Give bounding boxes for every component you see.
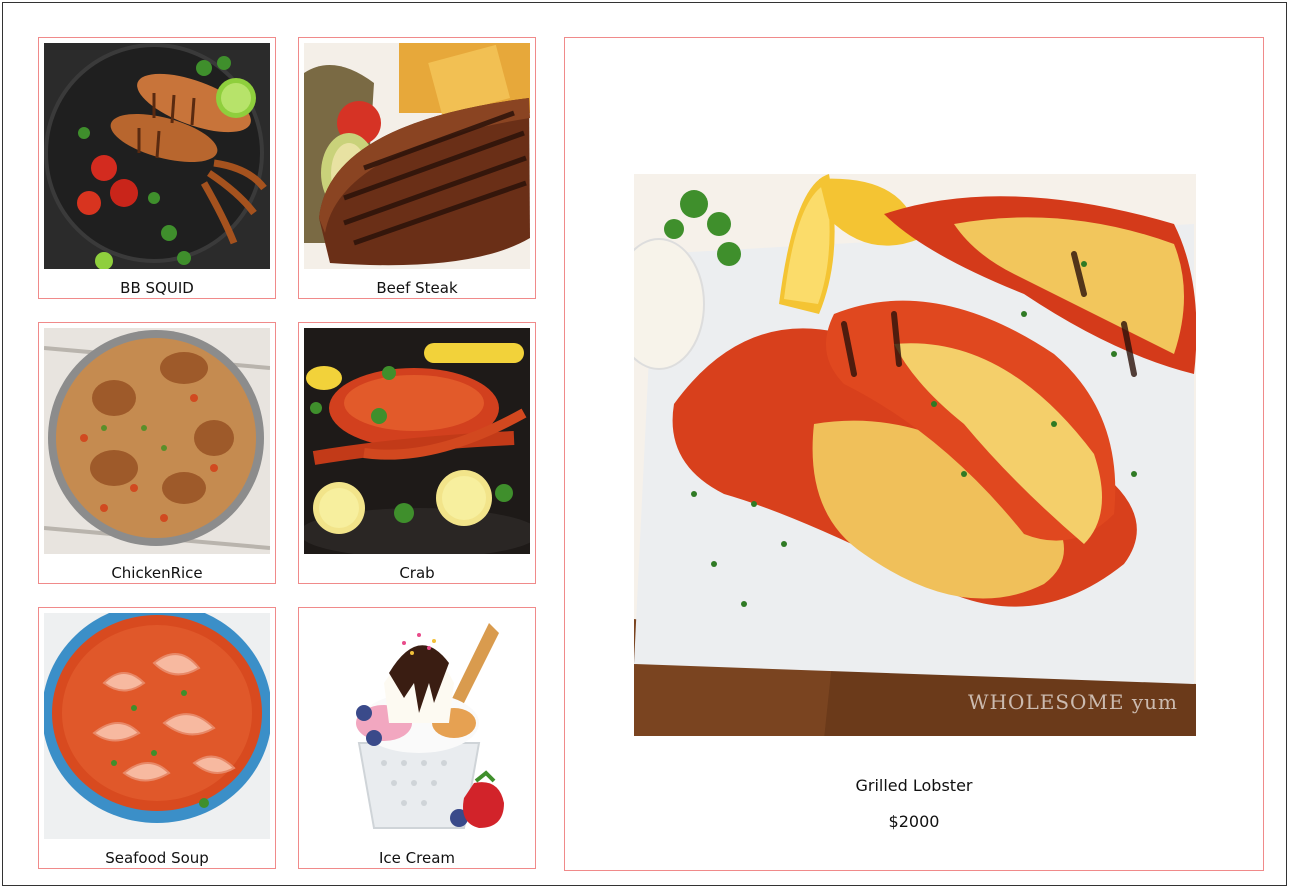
menu-card-label: BB SQUID	[120, 279, 194, 297]
menu-card-label: Ice Cream	[378, 849, 455, 867]
ice-cream-image	[304, 613, 530, 839]
menu-card-beef-steak[interactable]: Beef Steak	[298, 37, 536, 299]
menu-card-seafood-soup[interactable]: Seafood Soup	[38, 607, 276, 869]
selected-item-detail-panel: WHOLESOME yum Grilled Lobster $2000	[564, 37, 1264, 871]
menu-card-label: Seafood Soup	[105, 849, 209, 867]
grilled-lobster-image: WHOLESOME yum	[634, 174, 1196, 736]
menu-card-ice-cream[interactable]: Ice Cream	[298, 607, 536, 869]
selected-item-price: $2000	[888, 812, 940, 831]
menu-card-chickenrice[interactable]: ChickenRice	[38, 322, 276, 584]
menu-card-bb-squid[interactable]: BB SQUID	[38, 37, 276, 299]
menu-card-label: Crab	[399, 564, 435, 582]
squid-dish-image	[44, 43, 270, 269]
seafood-soup-image	[44, 613, 270, 839]
menu-card-label: ChickenRice	[111, 564, 203, 582]
menu-card-label: Beef Steak	[376, 279, 458, 297]
watermark-logo: WHOLESOME yum	[968, 690, 1178, 714]
selected-item-name: Grilled Lobster	[855, 776, 973, 795]
menu-card-crab[interactable]: Crab	[298, 322, 536, 584]
crab-dish-image	[304, 328, 530, 554]
chicken-rice-image	[44, 328, 270, 554]
steak-dish-image	[304, 43, 530, 269]
